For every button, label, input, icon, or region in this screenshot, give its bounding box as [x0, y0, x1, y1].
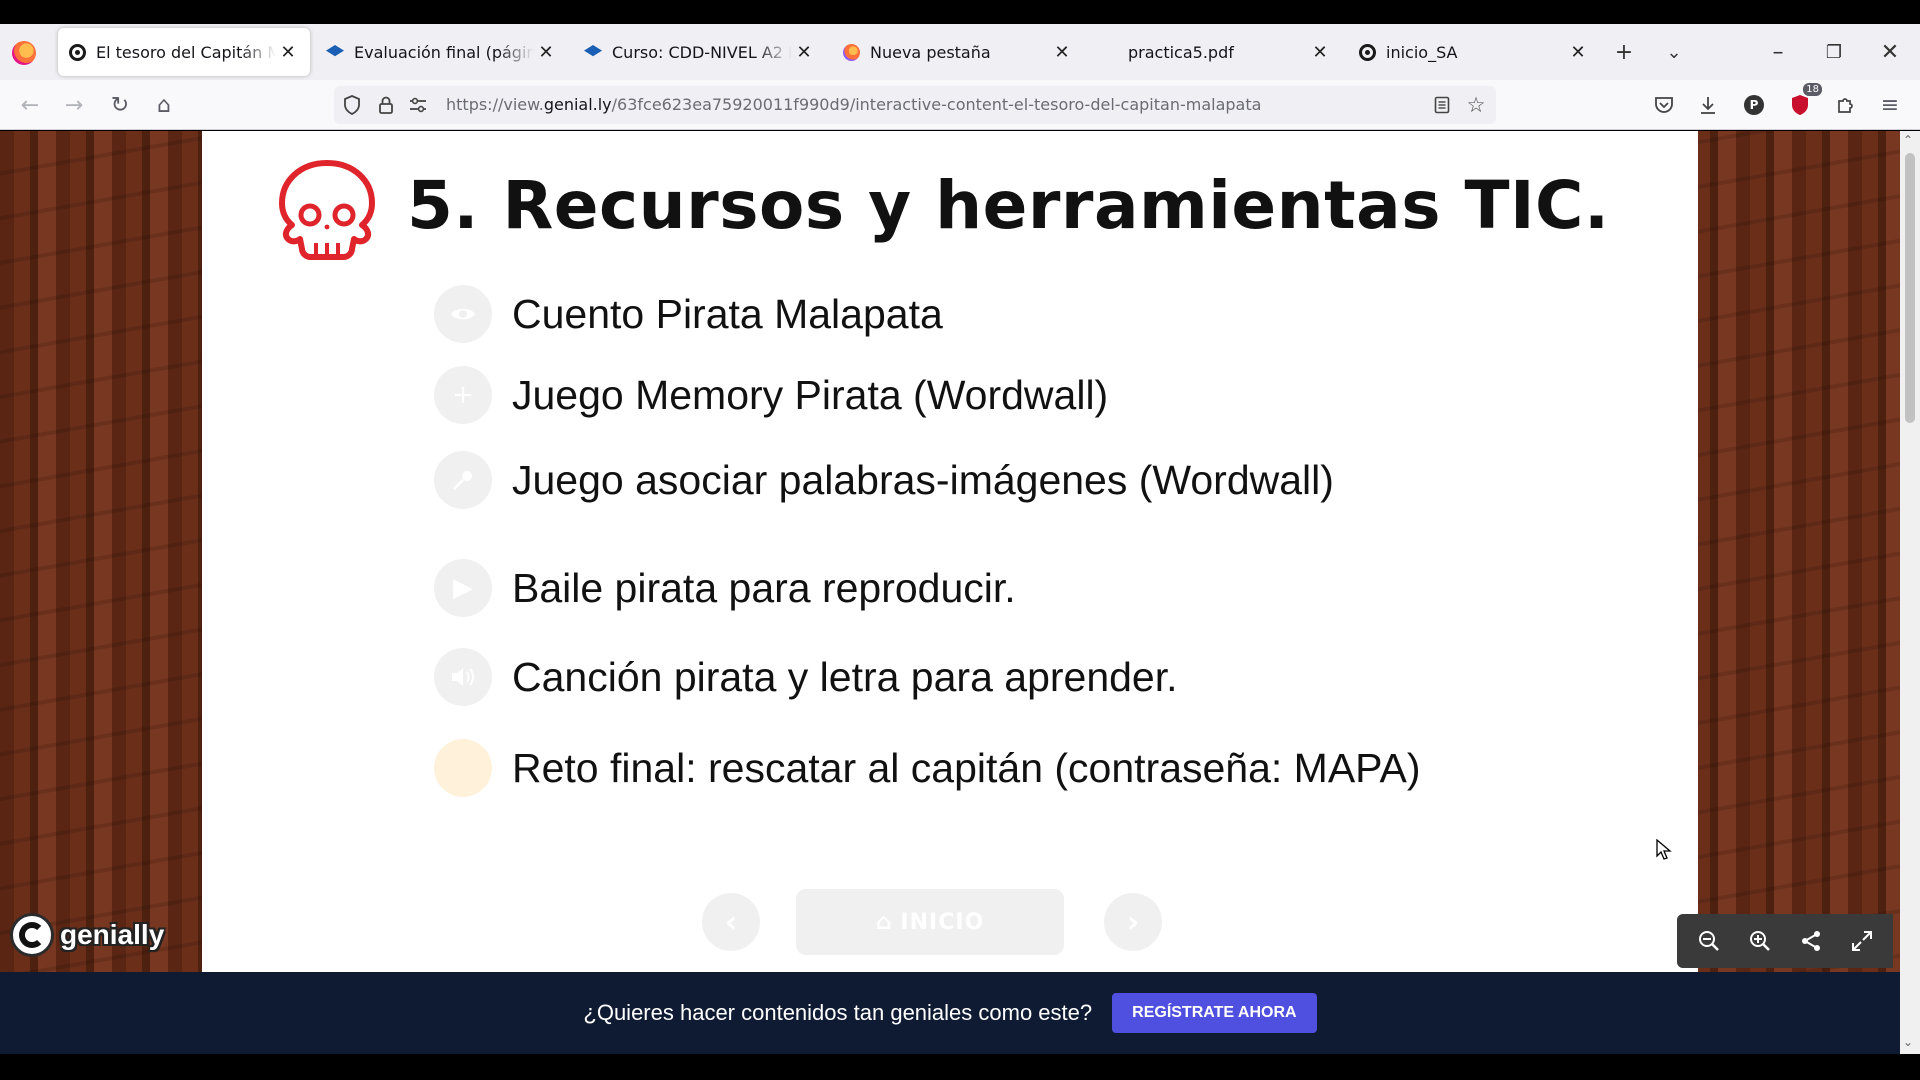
resource-item-memory[interactable]: + Juego Memory Pirata (Wordwall) — [434, 366, 1108, 424]
firefox-icon — [842, 43, 860, 61]
promo-text: ¿Quieres hacer contenidos tan geniales c… — [583, 1000, 1093, 1025]
graduation-cap-icon — [584, 43, 602, 61]
speaker-icon[interactable] — [434, 648, 492, 706]
plus-icon[interactable]: + — [434, 366, 492, 424]
close-tab-icon[interactable]: ✕ — [1566, 40, 1590, 64]
close-tab-icon[interactable]: ✕ — [1050, 40, 1074, 64]
url-path: /63fce623ea75920011f990d9/interactive-co… — [611, 95, 1262, 114]
genially-slide: 5. Recursos y herramientas TIC. Cuento P… — [202, 131, 1698, 972]
eye-icon[interactable] — [434, 285, 492, 343]
tab-el-tesoro[interactable]: El tesoro del Capitán Malapata ✕ — [58, 28, 310, 76]
previous-slide-button[interactable]: ‹ — [702, 893, 760, 951]
pdf-tab-icon — [1100, 43, 1118, 61]
reader-view-icon[interactable] — [1430, 93, 1454, 117]
close-tab-icon[interactable]: ✕ — [534, 40, 558, 64]
extension-badge-count: 18 — [1803, 83, 1822, 96]
home-button-label: INICIO — [900, 909, 985, 935]
zoom-in-icon[interactable] — [1742, 923, 1778, 959]
resource-label: Cuento Pirata Malapata — [512, 290, 943, 337]
genially-logo-text: genially — [60, 919, 165, 950]
zoom-out-icon[interactable] — [1691, 923, 1727, 959]
url-domain: genial.ly — [543, 95, 612, 114]
register-now-button[interactable]: REGÍSTRATE AHORA — [1112, 993, 1317, 1033]
resource-item-asociar[interactable]: Juego asociar palabras-imágenes (Wordwal… — [434, 451, 1334, 509]
genially-icon — [68, 43, 86, 61]
profile-p-icon[interactable]: P — [1738, 89, 1770, 121]
tab-strip: El tesoro del Capitán Malapata ✕ Evaluac… — [0, 24, 1920, 80]
pocket-icon[interactable] — [1648, 89, 1680, 121]
tab-title: practica5.pdf — [1128, 42, 1234, 62]
resource-item-cancion[interactable]: Canción pirata y letra para aprender. — [434, 648, 1178, 706]
tab-curso[interactable]: Curso: CDD-NIVEL A2 Iván M ✕ — [574, 28, 826, 76]
home-icon: ⌂ — [875, 909, 893, 935]
tab-title: El tesoro del Capitán Malapata — [96, 42, 276, 62]
address-bar[interactable]: https://view.genial.ly/63fce623ea7592001… — [334, 86, 1496, 124]
next-slide-button[interactable]: › — [1104, 893, 1162, 951]
reload-icon[interactable]: ↻ — [104, 89, 136, 121]
list-all-tabs-chevron-icon[interactable]: ⌄ — [1658, 36, 1690, 68]
close-tab-icon[interactable]: ✕ — [1308, 40, 1332, 64]
close-tab-icon[interactable]: ✕ — [276, 40, 300, 64]
home-icon[interactable]: ⌂ — [148, 89, 180, 121]
mouse-cursor-icon — [1656, 839, 1672, 860]
slide-title: 5. Recursos y herramientas TIC. — [407, 167, 1610, 244]
skull-icon — [279, 160, 375, 260]
close-window-button[interactable]: ✕ — [1874, 36, 1906, 68]
firefox-menu-icon[interactable] — [12, 41, 36, 65]
graduation-cap-icon — [326, 43, 344, 61]
tab-nueva-pestana[interactable]: Nueva pestaña ✕ — [832, 28, 1084, 76]
genially-icon — [1358, 43, 1376, 61]
page-viewport: 5. Recursos y herramientas TIC. Cuento P… — [0, 131, 1900, 972]
tab-evaluacion-final[interactable]: Evaluación final (página 1 de ✕ — [316, 28, 568, 76]
star-icon[interactable] — [434, 739, 492, 797]
permissions-icon[interactable] — [406, 93, 430, 117]
ublock-shield-icon[interactable]: 18 — [1784, 83, 1822, 121]
tab-practica5[interactable]: practica5.pdf ✕ — [1090, 28, 1342, 76]
promo-banner: ¿Quieres hacer contenidos tan geniales c… — [0, 972, 1900, 1054]
fullscreen-icon[interactable] — [1844, 923, 1880, 959]
scroll-up-arrow-icon[interactable]: ⌃ — [1903, 133, 1913, 147]
close-tab-icon[interactable]: ✕ — [792, 40, 816, 64]
tab-title: Nueva pestaña — [870, 42, 991, 62]
play-icon[interactable]: ▶ — [434, 559, 492, 617]
tab-title: Evaluación final (página 1 de — [354, 42, 534, 62]
viewer-toolbar — [1677, 914, 1893, 968]
resource-label: Baile pirata para reproducir. — [512, 564, 1016, 611]
url-text[interactable]: https://view.genial.ly/63fce623ea7592001… — [446, 95, 1261, 114]
tab-title: inicio_SA — [1386, 42, 1458, 62]
downloads-icon[interactable] — [1692, 89, 1724, 121]
screen-top-bar — [0, 0, 1920, 24]
resource-label: Juego asociar palabras-imágenes (Wordwal… — [512, 456, 1334, 503]
home-slide-button[interactable]: ⌂ INICIO — [796, 889, 1064, 955]
resource-label: Juego Memory Pirata (Wordwall) — [512, 371, 1109, 418]
new-tab-button[interactable]: + — [1608, 36, 1640, 68]
resource-label: Reto final: rescatar al capitán (contras… — [512, 744, 1421, 791]
back-arrow-icon[interactable]: ← — [14, 89, 46, 121]
url-prefix: https://view. — [446, 95, 544, 114]
key-icon[interactable] — [434, 451, 492, 509]
scroll-down-arrow-icon[interactable]: ⌄ — [1903, 1035, 1913, 1049]
screen-bottom-bar — [0, 1054, 1920, 1080]
forward-arrow-icon[interactable]: → — [58, 89, 90, 121]
restore-window-button[interactable]: ❐ — [1818, 36, 1850, 68]
extensions-puzzle-icon[interactable] — [1830, 89, 1862, 121]
page-scrollbar[interactable]: ⌃ ⌄ — [1900, 131, 1920, 1054]
genially-logo-icon — [10, 913, 54, 957]
tracking-shield-icon[interactable] — [340, 93, 364, 117]
bookmark-star-icon[interactable]: ☆ — [1464, 93, 1488, 117]
resource-item-cuento[interactable]: Cuento Pirata Malapata — [434, 285, 943, 343]
share-icon[interactable] — [1793, 923, 1829, 959]
navigation-toolbar: ← → ↻ ⌂ https://view.genial.ly/63fce623e… — [0, 80, 1920, 130]
resource-item-baile[interactable]: ▶ Baile pirata para reproducir. — [434, 559, 1016, 617]
resource-item-reto-final[interactable]: Reto final: rescatar al capitán (contras… — [434, 739, 1421, 797]
tab-title: Curso: CDD-NIVEL A2 Iván M — [612, 42, 792, 62]
lock-icon[interactable] — [374, 93, 398, 117]
resource-label: Canción pirata y letra para aprender. — [512, 653, 1178, 700]
genially-logo[interactable]: genially — [10, 913, 164, 957]
minimize-window-button[interactable]: – — [1762, 36, 1794, 68]
tab-inicio-sa[interactable]: inicio_SA ✕ — [1348, 28, 1600, 76]
scrollbar-thumb[interactable] — [1905, 153, 1915, 423]
hamburger-menu-icon[interactable]: ≡ — [1874, 89, 1906, 121]
